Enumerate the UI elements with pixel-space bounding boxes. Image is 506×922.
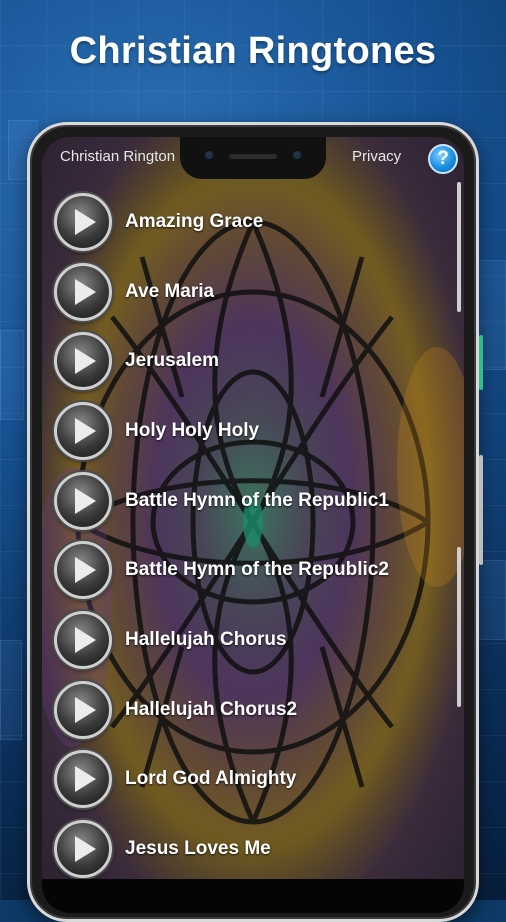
play-button[interactable] — [54, 332, 112, 391]
play-icon — [75, 696, 96, 723]
front-camera — [205, 151, 213, 159]
background-tile — [0, 330, 24, 420]
question-mark-icon: ? — [437, 148, 449, 169]
front-sensor — [293, 151, 301, 159]
ringtone-item[interactable]: Battle Hymn of the Republic1 — [42, 466, 464, 536]
ringtone-item[interactable]: Lord God Almighty — [42, 745, 464, 815]
ringtone-item[interactable]: Holy Holy Holy — [42, 396, 464, 466]
scrollbar-thumb[interactable] — [457, 182, 461, 312]
ringtone-title: Amazing Grace — [125, 210, 264, 232]
ringtone-title: Ave Maria — [125, 280, 215, 302]
ringtone-title: Battle Hymn of the Republic2 — [125, 559, 389, 581]
play-icon — [75, 417, 96, 444]
play-button[interactable] — [54, 262, 112, 321]
ringtone-item[interactable]: Ave Maria — [42, 257, 464, 327]
play-button[interactable] — [54, 820, 112, 879]
earpiece-speaker — [229, 154, 277, 159]
ringtone-item[interactable]: Hallelujah Chorus — [42, 605, 464, 675]
play-icon — [75, 626, 96, 653]
play-icon — [75, 348, 96, 375]
ringtone-title: Lord God Almighty — [125, 768, 297, 790]
ringtone-title: Jesus Loves Me — [125, 838, 271, 860]
help-button[interactable]: ? — [428, 144, 458, 174]
play-button[interactable] — [54, 750, 112, 809]
ringtone-title: Holy Holy Holy — [125, 419, 260, 441]
play-icon — [75, 278, 96, 305]
phone-frame: Christian Rington Privacy ? Amazing Grac… — [27, 122, 483, 922]
promo-headline: Christian Ringtones — [69, 30, 437, 72]
phone-notch — [180, 137, 326, 179]
ringtone-list: Amazing Grace Ave Maria Jerusalem Holy H… — [42, 187, 464, 884]
play-button[interactable] — [54, 192, 112, 251]
background-tile — [478, 560, 506, 640]
bottom-nav-bar — [42, 879, 464, 913]
play-icon — [75, 208, 96, 235]
ringtone-title: Hallelujah Chorus — [125, 628, 287, 650]
play-icon — [75, 836, 96, 863]
ringtone-title: Battle Hymn of the Republic1 — [125, 489, 389, 511]
ringtone-item[interactable]: Hallelujah Chorus2 — [42, 675, 464, 745]
ringtone-item[interactable]: Amazing Grace — [42, 187, 464, 257]
ringtone-title: Jerusalem — [125, 350, 220, 372]
scrollbar-track-segment[interactable] — [457, 547, 461, 707]
play-button[interactable] — [54, 471, 112, 530]
play-icon — [75, 557, 96, 584]
ringtone-title: Hallelujah Chorus2 — [125, 698, 298, 720]
privacy-link[interactable]: Privacy — [352, 148, 401, 165]
app-title: Christian Rington — [60, 148, 176, 165]
play-icon — [75, 766, 96, 793]
ringtone-item[interactable]: Battle Hymn of the Republic2 — [42, 535, 464, 605]
play-button[interactable] — [54, 610, 112, 669]
play-icon — [75, 487, 96, 514]
play-button[interactable] — [54, 680, 112, 739]
app-screen: Christian Rington Privacy ? Amazing Grac… — [42, 137, 464, 913]
background-tile — [0, 640, 22, 740]
ringtone-item[interactable]: Jerusalem — [42, 326, 464, 396]
ringtone-item[interactable]: Jesus Loves Me — [42, 814, 464, 884]
play-button[interactable] — [54, 401, 112, 460]
phone-side-button — [479, 335, 483, 390]
play-button[interactable] — [54, 541, 112, 600]
phone-side-button — [479, 455, 483, 565]
